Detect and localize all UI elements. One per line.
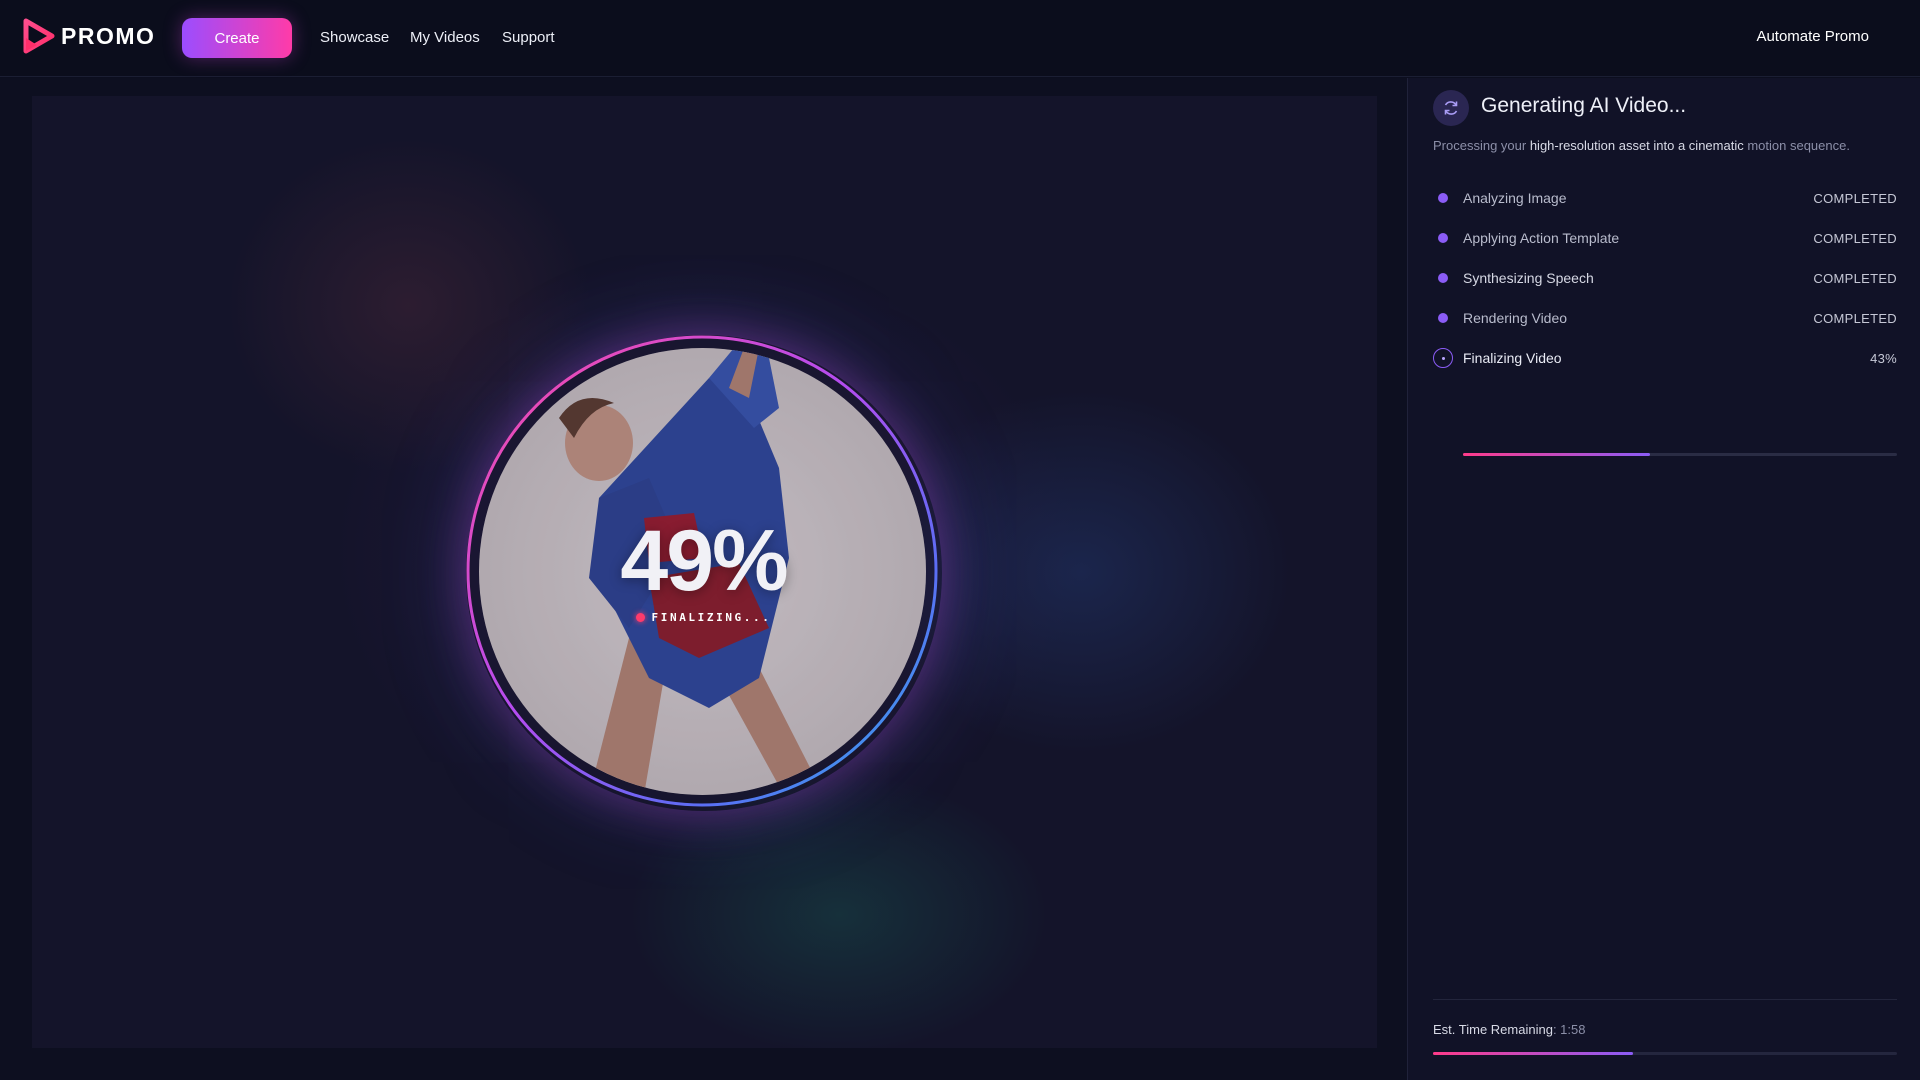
step-complete-dot [1438, 273, 1448, 283]
current-step-progress-fill [1463, 453, 1650, 456]
overall-progress-bar [1433, 1052, 1897, 1055]
stage-status: FINALIZING... [0, 611, 1407, 624]
current-step-progress-bar [1463, 453, 1897, 456]
panel-divider [1433, 999, 1897, 1000]
nav-showcase[interactable]: Showcase [320, 29, 389, 46]
step-rendering-video: Rendering Video COMPLETED [1433, 307, 1897, 329]
step-status: 43% [1870, 350, 1897, 366]
brand-name: PROMO [61, 22, 156, 49]
step-status: COMPLETED [1813, 230, 1897, 246]
step-complete-dot [1438, 233, 1448, 243]
nav-my-videos[interactable]: My Videos [410, 29, 480, 46]
step-synthesizing-speech: Synthesizing Speech COMPLETED [1433, 267, 1897, 289]
step-label: Finalizing Video [1463, 350, 1562, 366]
top-navigation-bar: PROMO Create Showcase My Videos Support … [0, 0, 1920, 77]
step-complete-dot [1438, 313, 1448, 323]
panel-description: Processing your high-resolution asset in… [1433, 138, 1850, 153]
play-triangle-logo-icon [23, 18, 55, 54]
refresh-icon [1433, 90, 1469, 126]
step-finalizing-video: Finalizing Video 43% [1433, 347, 1897, 369]
automate-promo-link[interactable]: Automate Promo [1756, 28, 1869, 45]
generation-status-panel: Generating AI Video... Processing your h… [1407, 78, 1920, 1080]
panel-title: Generating AI Video... [1481, 94, 1687, 117]
step-complete-dot [1438, 193, 1448, 203]
step-label: Rendering Video [1463, 310, 1568, 326]
step-label: Synthesizing Speech [1463, 270, 1594, 286]
estimated-time-remaining: Est. Time Remaining: 1:58 [1433, 1022, 1586, 1037]
brand-logo[interactable]: PROMO [23, 18, 155, 54]
step-label: Applying Action Template [1463, 230, 1620, 246]
step-status: COMPLETED [1813, 310, 1897, 326]
nav-support[interactable]: Support [502, 29, 555, 46]
step-applying-action-template: Applying Action Template COMPLETED [1433, 227, 1897, 249]
step-status: COMPLETED [1813, 270, 1897, 286]
step-analyzing-image: Analyzing Image COMPLETED [1433, 187, 1897, 209]
status-text: FINALIZING... [651, 611, 772, 624]
step-in-progress-icon [1433, 348, 1453, 368]
overall-progress-fill [1433, 1052, 1633, 1055]
step-status: COMPLETED [1813, 190, 1897, 206]
create-button[interactable]: Create [182, 18, 292, 58]
step-label: Analyzing Image [1463, 190, 1567, 206]
overall-progress-percentage: 49% [620, 513, 788, 609]
status-indicator-dot [635, 613, 645, 622]
